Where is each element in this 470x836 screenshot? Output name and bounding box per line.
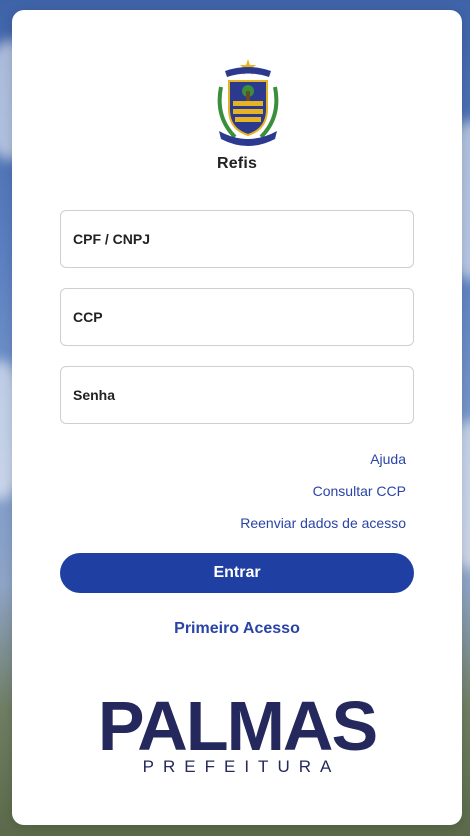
ccp-input[interactable] (61, 289, 413, 345)
help-link[interactable]: Ajuda (370, 451, 406, 467)
logo-subtitle: PREFEITURA (142, 757, 341, 776)
logo-wordmark: PALMAS (97, 687, 378, 765)
ccp-field[interactable] (60, 288, 414, 346)
password-input[interactable] (61, 367, 413, 423)
cpf-input[interactable] (61, 211, 413, 267)
password-field[interactable] (60, 366, 414, 424)
city-crest-icon (217, 59, 279, 146)
login-button[interactable]: Entrar (60, 553, 414, 593)
resend-access-link[interactable]: Reenviar dados de acesso (240, 515, 406, 531)
login-card: Refis Ajuda Consultar CCP Reenviar dados… (12, 10, 462, 825)
cpf-field[interactable] (60, 210, 414, 268)
page-title: Refis (216, 155, 258, 172)
palmas-logo: PALMAS PREFEITURA (94, 687, 380, 783)
first-access-link[interactable]: Primeiro Acesso (12, 620, 462, 638)
consult-ccp-link[interactable]: Consultar CCP (313, 483, 406, 499)
